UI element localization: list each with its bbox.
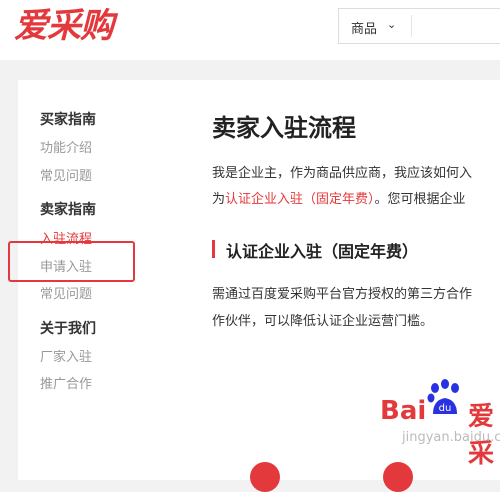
baidu-paw-icon: du (427, 379, 459, 414)
page-title: 卖家入驻流程 (212, 114, 356, 142)
paw-text: du (439, 403, 452, 414)
site-logo[interactable]: 爱采购 (14, 6, 114, 46)
sidebar-item-promotion[interactable]: 推广合作 (40, 373, 92, 392)
floating-icon-1[interactable] (250, 462, 280, 492)
top-header: 爱采购 商品 ⌄ (0, 0, 500, 60)
sidebar-item-factory[interactable]: 厂家入驻 (40, 346, 92, 365)
floating-icon-2[interactable] (383, 462, 413, 492)
category-select-value: 商品 (351, 22, 378, 37)
search-divider (411, 15, 412, 37)
section-accent-bar (212, 240, 215, 258)
section-line-2: 作伙伴，可以降低认证企业运营门槛。 (212, 314, 434, 329)
highlight-box (8, 241, 135, 282)
certified-settle-link[interactable]: 认证企业入驻（固定年费） (225, 192, 375, 207)
intro-line-1: 我是企业主，作为商品供应商，我应该如何入 (212, 166, 473, 181)
sidebar-item-seller-faq[interactable]: 常见问题 (40, 283, 92, 302)
category-select[interactable]: 商品 ⌄ (338, 8, 500, 44)
sidebar-item-features[interactable]: 功能介绍 (40, 137, 92, 156)
baidu-watermark: Bai du 爱采 jingyan.baidu.com (380, 378, 500, 469)
sidebar-group-title-seller: 卖家指南 (40, 202, 96, 218)
watermark-brand-left: Bai (380, 396, 427, 426)
intro-prefix: 为 (212, 192, 226, 207)
section-title: 认证企业入驻（固定年费） (226, 242, 419, 261)
chevron-down-icon: ⌄ (387, 18, 397, 31)
watermark-subtext: jingyan.baidu.com (402, 430, 500, 445)
section-line-1: 需通过百度爱采购平台官方授权的第三方合作 (212, 287, 473, 302)
intro-line-2: 为认证企业入驻（固定年费）。您可根据企业 (212, 188, 466, 207)
sidebar-group-title-buyer: 买家指南 (40, 112, 96, 128)
sidebar-group-title-about: 关于我们 (40, 321, 96, 337)
intro-suffix: 。您可根据企业 (374, 192, 466, 207)
sidebar-item-buyer-faq[interactable]: 常见问题 (40, 165, 92, 184)
